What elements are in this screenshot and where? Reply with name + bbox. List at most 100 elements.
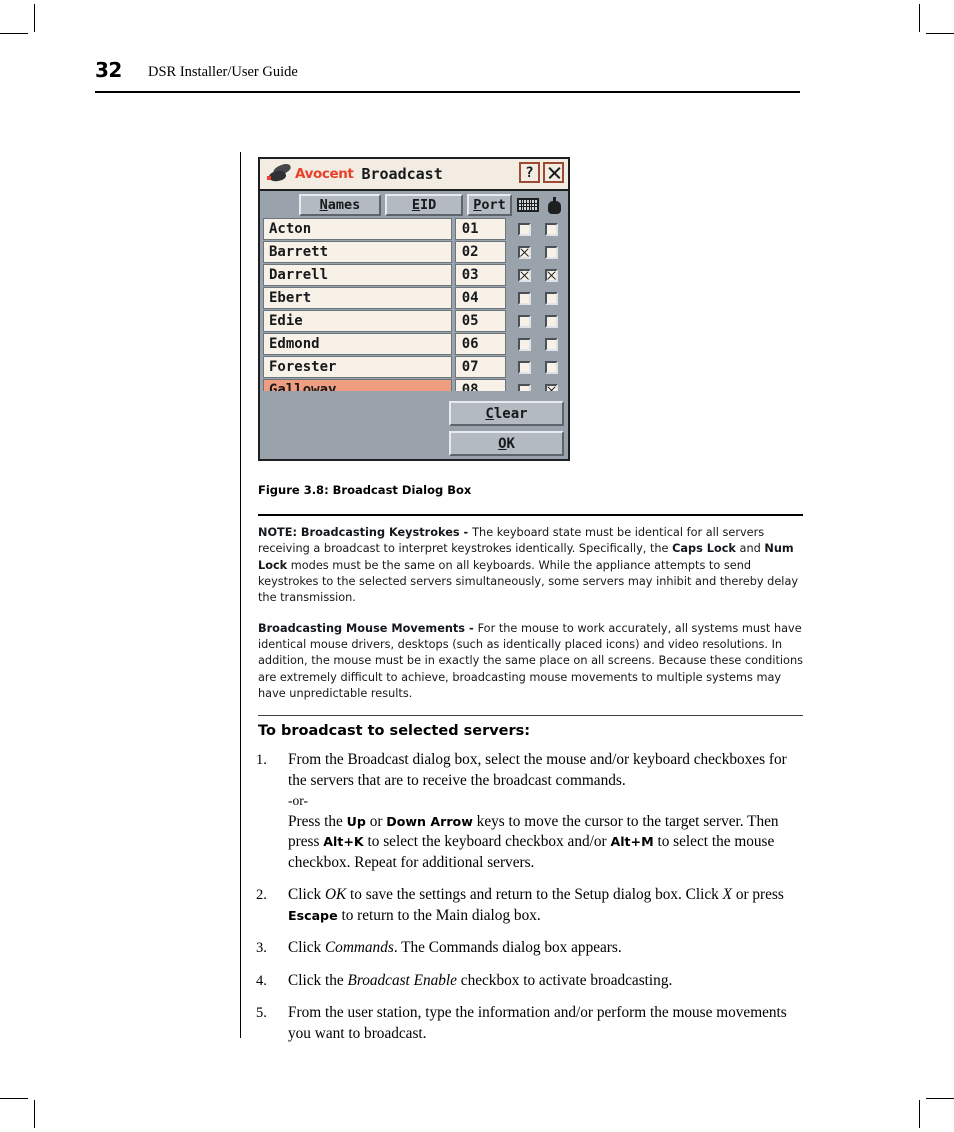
keyboard-checkbox-cell[interactable]	[511, 241, 538, 263]
avocent-logo-text: Avocent	[295, 166, 354, 182]
mouse-checkbox[interactable]	[545, 314, 559, 328]
column-header-mouse[interactable]	[544, 195, 565, 216]
step-2-key-escape: Escape	[288, 907, 338, 923]
server-row[interactable]: Edie 05	[263, 310, 565, 332]
server-row[interactable]: Acton 01	[263, 218, 565, 240]
mouse-checkbox-cell[interactable]	[538, 356, 565, 378]
step-1-text-2b: or	[365, 812, 387, 830]
mouse-checkbox-cell[interactable]	[538, 310, 565, 332]
page-header: 32 DSR Installer/User Guide	[95, 58, 800, 98]
step-5-text-a: From the user station, type the informat…	[288, 1004, 787, 1042]
column-header-port[interactable]: Port	[467, 194, 512, 216]
step-5-number: 5.	[256, 1005, 267, 1021]
step-3-text-a: Click	[288, 939, 325, 956]
step-4-italic-broadcast-enable: Broadcast Enable	[347, 971, 457, 989]
server-name-cell: Edmond	[263, 333, 452, 355]
mouse-checkbox-cell[interactable]	[538, 264, 565, 286]
keyboard-checkbox[interactable]	[518, 268, 532, 282]
step-4: 4. Click the Broadcast Enable checkbox t…	[256, 971, 804, 992]
keyboard-checkbox-cell[interactable]	[511, 287, 538, 309]
figure-caption: Figure 3.8: Broadcast Dialog Box	[258, 483, 472, 497]
note-keystrokes-part3: modes must be the same on all keyboards.…	[258, 558, 799, 605]
keyboard-checkbox[interactable]	[518, 337, 532, 351]
step-3-number: 3.	[256, 940, 267, 956]
server-row[interactable]: Barrett 02	[263, 241, 565, 263]
titlebar-buttons: ?	[519, 162, 564, 183]
procedure-heading: To broadcast to selected servers:	[258, 723, 531, 739]
mouse-checkbox-cell[interactable]	[538, 333, 565, 355]
note-keystrokes-lead: NOTE: Broadcasting Keystrokes -	[258, 526, 473, 540]
crop-mark-bottom-right-horizontal	[926, 1098, 954, 1099]
server-port-cell: 06	[454, 333, 507, 355]
step-2-text-c: or press	[732, 886, 784, 903]
mouse-checkbox[interactable]	[545, 268, 559, 282]
keyboard-checkbox[interactable]	[518, 291, 532, 305]
ok-button[interactable]: OK	[449, 431, 564, 456]
server-port-cell: 07	[454, 356, 507, 378]
step-3-text-b: . The Commands dialog box appears.	[393, 939, 622, 956]
keyboard-checkbox[interactable]	[518, 314, 532, 328]
keyboard-checkbox-cell[interactable]	[511, 264, 538, 286]
dialog-title: Broadcast	[361, 165, 443, 183]
keyboard-icon	[516, 198, 539, 212]
dialog-footer: Clear OK	[260, 391, 568, 459]
keyboard-checkbox-cell[interactable]	[511, 218, 538, 240]
keyboard-checkbox-cell[interactable]	[511, 333, 538, 355]
crop-mark-bottom-right-vertical	[919, 1100, 920, 1128]
help-button[interactable]: ?	[519, 162, 540, 183]
content-side-rule	[240, 152, 242, 1038]
step-4-text-b: checkbox to activate broadcasting.	[456, 971, 673, 989]
close-button[interactable]	[543, 162, 564, 183]
server-port-cell: 03	[454, 264, 507, 286]
mouse-checkbox[interactable]	[545, 337, 559, 351]
note-keystrokes-bold1: Caps Lock	[672, 542, 736, 556]
step-1-key-up: Up	[346, 813, 366, 829]
mouse-checkbox[interactable]	[545, 245, 559, 259]
server-row[interactable]: Edmond 06	[263, 333, 565, 355]
step-2-text-a: Click	[288, 886, 325, 903]
server-list: Acton 01 Barrett 02 Darrell 03 Ebert 04 Edie 05 Ed…	[260, 218, 568, 401]
column-header-eid[interactable]: E ID	[384, 194, 464, 216]
server-row[interactable]: Ebert 04	[263, 287, 565, 309]
keyboard-checkbox[interactable]	[518, 245, 532, 259]
crop-mark-top-right-horizontal	[926, 33, 954, 34]
step-1-key-down-arrow: Down Arrow	[386, 813, 473, 829]
keyboard-checkbox[interactable]	[518, 360, 532, 374]
crop-mark-bottom-left-horizontal	[0, 1098, 28, 1099]
note-mouse: Broadcasting Mouse Movements - For the m…	[258, 621, 803, 702]
step-3: 3. Click Commands. The Commands dialog b…	[256, 938, 804, 959]
keyboard-checkbox[interactable]	[518, 222, 532, 236]
dialog-titlebar: Avocent Broadcast ?	[260, 159, 568, 191]
mouse-checkbox[interactable]	[545, 291, 559, 305]
step-2-text-d: to return to the Main dialog box.	[337, 906, 541, 924]
note-mouse-lead: Broadcasting Mouse Movements -	[258, 621, 478, 635]
step-3-italic-commands: Commands	[324, 939, 394, 956]
server-row[interactable]: Darrell 03	[263, 264, 565, 286]
close-icon	[547, 166, 560, 179]
step-2-italic-ok: OK	[324, 886, 347, 903]
keyboard-checkbox-cell[interactable]	[511, 310, 538, 332]
step-2-italic-x: X	[722, 886, 732, 903]
note-block: NOTE: Broadcasting Keystrokes - The keyb…	[258, 514, 803, 717]
step-4-text-a: Click the	[288, 971, 348, 989]
page-number: 32	[95, 58, 122, 82]
mouse-checkbox-cell[interactable]	[538, 287, 565, 309]
mouse-checkbox[interactable]	[545, 222, 559, 236]
clear-button[interactable]: Clear	[449, 401, 564, 426]
mouse-icon	[547, 196, 561, 214]
mouse-checkbox-cell[interactable]	[538, 241, 565, 263]
mouse-checkbox[interactable]	[545, 360, 559, 374]
mouse-checkbox-cell[interactable]	[538, 218, 565, 240]
column-header-keyboard[interactable]	[516, 195, 539, 216]
keyboard-checkbox-cell[interactable]	[511, 356, 538, 378]
column-header-names[interactable]: Names	[299, 194, 381, 216]
server-port-cell: 02	[454, 241, 507, 263]
note-rule-top	[258, 514, 803, 517]
step-1-key-alt-m: Alt+M	[610, 834, 654, 849]
note-keystrokes-part2: and	[735, 542, 765, 556]
server-name-cell: Darrell	[263, 264, 452, 286]
step-4-number: 4.	[256, 972, 267, 989]
dialog-column-headers: Names E ID Port	[260, 191, 568, 218]
step-1: 1. From the Broadcast dialog box, select…	[256, 750, 804, 873]
server-row[interactable]: Forester 07	[263, 356, 565, 378]
